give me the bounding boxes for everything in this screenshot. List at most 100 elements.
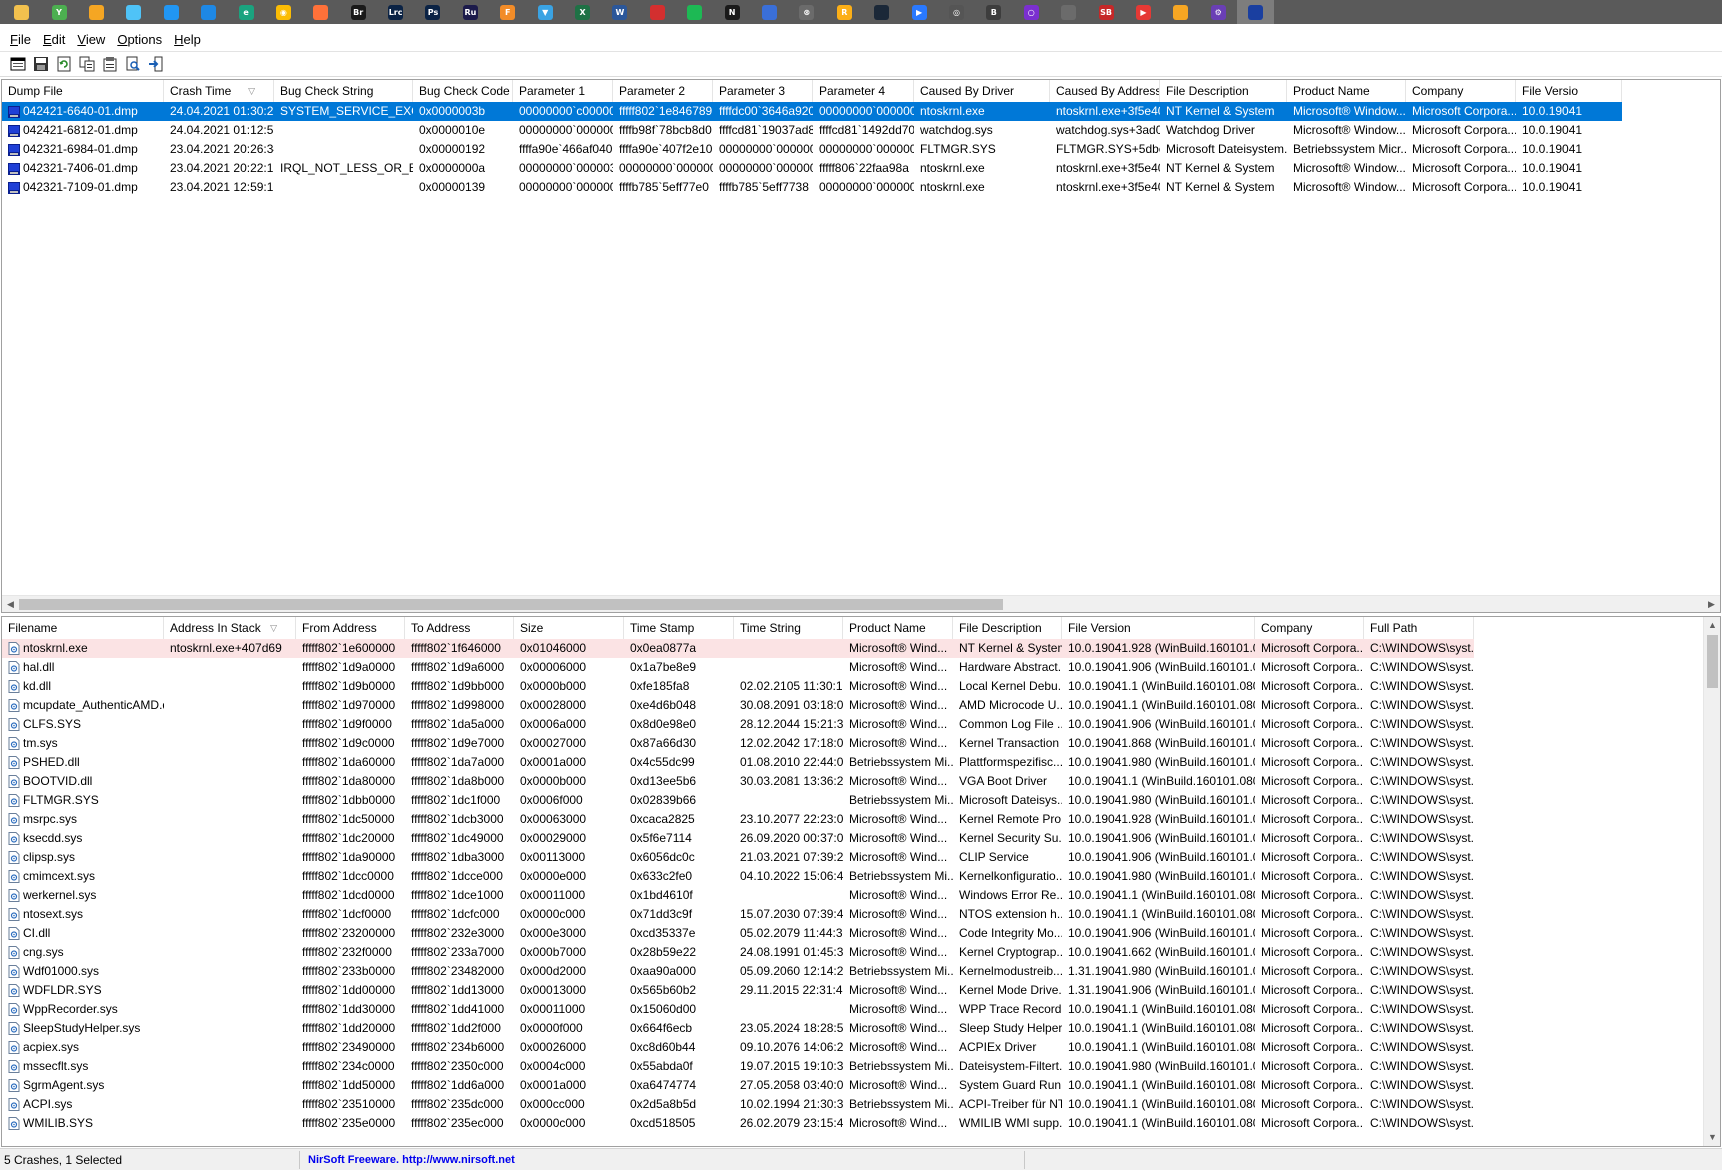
table-row[interactable]: Wdf01000.sys fffff802`233b0000 fffff802`23… xyxy=(2,962,1474,981)
report-button[interactable] xyxy=(101,55,119,73)
taskbar-app[interactable] xyxy=(302,0,339,24)
table-row[interactable]: WDFLDR.SYS fffff802`1dd00000 fffff802`1dd1… xyxy=(2,981,1474,1000)
table-row[interactable]: ACPI.sys fffff802`23510000 fffff802`235dc0… xyxy=(2,1095,1474,1114)
table-row[interactable]: CI.dll fffff802`23200000 fffff802`232e3000… xyxy=(2,924,1474,943)
taskbar-app[interactable]: e xyxy=(227,0,264,24)
menu-view[interactable]: View xyxy=(71,32,111,47)
column-header[interactable]: Bug Check String xyxy=(274,80,413,102)
scroll-thumb[interactable] xyxy=(1707,635,1718,688)
table-row[interactable]: SleepStudyHelper.sys fffff802`1dd20000 fff… xyxy=(2,1019,1474,1038)
taskbar-app[interactable] xyxy=(3,0,40,24)
column-header[interactable]: Crash Time ▽ xyxy=(164,80,274,102)
column-header[interactable]: Caused By Driver xyxy=(914,80,1050,102)
menu-edit[interactable]: Edit xyxy=(37,32,71,47)
taskbar-app[interactable]: N xyxy=(713,0,750,24)
taskbar-app[interactable] xyxy=(863,0,900,24)
copy-button[interactable] xyxy=(78,55,96,73)
taskbar-app[interactable]: Br xyxy=(340,0,377,24)
column-header[interactable]: Time String xyxy=(734,617,843,639)
table-row[interactable]: tm.sys fffff802`1d9c0000 fffff802`1d9e7000… xyxy=(2,734,1474,753)
nirsoft-link[interactable]: NirSoft Freeware. http://www.nirsoft.net xyxy=(300,1150,1025,1169)
table-row[interactable]: ntosext.sys fffff802`1dcf0000 fffff802`1dc… xyxy=(2,905,1474,924)
column-header[interactable]: File Description xyxy=(953,617,1062,639)
taskbar-app[interactable]: ◉ xyxy=(265,0,302,24)
taskbar-app[interactable]: X xyxy=(564,0,601,24)
exit-button[interactable] xyxy=(147,55,165,73)
taskbar-app[interactable]: ○ xyxy=(1013,0,1050,24)
column-header[interactable]: Address In Stack ▽ xyxy=(164,617,296,639)
taskbar-app[interactable] xyxy=(676,0,713,24)
taskbar-app[interactable]: W xyxy=(601,0,638,24)
taskbar-app[interactable]: Lrc xyxy=(377,0,414,24)
table-row[interactable]: msrpc.sys fffff802`1dc50000 fffff802`1dcb3… xyxy=(2,810,1474,829)
taskbar-app[interactable] xyxy=(78,0,115,24)
taskbar-app[interactable] xyxy=(115,0,152,24)
column-header[interactable]: Product Name xyxy=(1287,80,1406,102)
taskbar-app[interactable] xyxy=(751,0,788,24)
taskbar-app[interactable]: ⚙ xyxy=(1200,0,1237,24)
table-row[interactable]: ntoskrnl.exe ntoskrnl.exe+407d69 fffff802`… xyxy=(2,639,1474,658)
table-row[interactable]: WMILIB.SYS fffff802`235e0000 fffff802`235e… xyxy=(2,1114,1474,1133)
scroll-right-icon[interactable]: ▶ xyxy=(1703,596,1720,612)
table-row[interactable]: kd.dll fffff802`1d9b0000 fffff802`1d9bb000… xyxy=(2,677,1474,696)
table-row[interactable]: 042321-7406-01.dmp 23.04.2021 20:22:17 IRQ… xyxy=(2,159,1622,178)
column-header[interactable]: Caused By Address xyxy=(1050,80,1160,102)
column-header[interactable]: Parameter 4 xyxy=(813,80,914,102)
crash-dump-list[interactable]: Dump File Crash Time ▽ Bug Check String Bug … xyxy=(1,79,1721,613)
menu-options[interactable]: Options xyxy=(111,32,168,47)
taskbar-app[interactable]: SB xyxy=(1087,0,1124,24)
table-row[interactable]: hal.dll fffff802`1d9a0000 fffff802`1d9a600… xyxy=(2,658,1474,677)
table-row[interactable]: FLTMGR.SYS fffff802`1dbb0000 fffff802`1dc1… xyxy=(2,791,1474,810)
table-row[interactable]: SgrmAgent.sys fffff802`1dd50000 fffff802`1… xyxy=(2,1076,1474,1095)
table-row[interactable]: cng.sys fffff802`232f0000 fffff802`233a700… xyxy=(2,943,1474,962)
taskbar-app[interactable]: Ps xyxy=(414,0,451,24)
taskbar-app[interactable]: B xyxy=(975,0,1012,24)
taskbar-app[interactable]: Ru xyxy=(452,0,489,24)
table-row[interactable]: BOOTVID.dll fffff802`1da80000 fffff802`1da… xyxy=(2,772,1474,791)
column-header[interactable]: Product Name xyxy=(843,617,953,639)
taskbar-app[interactable] xyxy=(639,0,676,24)
column-header[interactable]: Parameter 1 xyxy=(513,80,613,102)
column-header[interactable]: Bug Check Code xyxy=(413,80,513,102)
find-button[interactable] xyxy=(124,55,142,73)
column-header[interactable]: Company xyxy=(1255,617,1364,639)
taskbar-app[interactable]: ▼ xyxy=(526,0,563,24)
table-row[interactable]: 042321-6984-01.dmp 23.04.2021 20:26:34 0x0… xyxy=(2,140,1622,159)
table-row[interactable]: WppRecorder.sys fffff802`1dd30000 fffff802… xyxy=(2,1000,1474,1019)
horizontal-scrollbar[interactable]: ◀ ▶ xyxy=(2,595,1720,612)
taskbar-app[interactable]: ◎ xyxy=(938,0,975,24)
taskbar-app[interactable]: ▶ xyxy=(900,0,937,24)
taskbar-app[interactable]: ⊗ xyxy=(788,0,825,24)
menu-file[interactable]: File xyxy=(4,32,37,47)
table-row[interactable]: cmimcext.sys fffff802`1dcc0000 fffff802`1d… xyxy=(2,867,1474,886)
taskbar-app[interactable] xyxy=(190,0,227,24)
scroll-down-icon[interactable]: ▼ xyxy=(1704,1129,1720,1146)
column-header[interactable]: Filename xyxy=(2,617,164,639)
refresh-button[interactable] xyxy=(55,55,73,73)
scroll-thumb[interactable] xyxy=(19,599,1003,610)
column-header[interactable]: To Address xyxy=(405,617,514,639)
scroll-left-icon[interactable]: ◀ xyxy=(2,596,19,612)
taskbar-app[interactable]: R xyxy=(826,0,863,24)
taskbar-app[interactable] xyxy=(153,0,190,24)
column-header[interactable]: File Version xyxy=(1062,617,1255,639)
properties-button[interactable] xyxy=(9,55,27,73)
table-row[interactable]: mssecflt.sys fffff802`234c0000 fffff802`23… xyxy=(2,1057,1474,1076)
taskbar-app[interactable]: F xyxy=(489,0,526,24)
column-header[interactable]: Dump File xyxy=(2,80,164,102)
table-row[interactable]: 042421-6812-01.dmp 24.04.2021 01:12:57 0x0… xyxy=(2,121,1622,140)
table-row[interactable]: clipsp.sys fffff802`1da90000 fffff802`1dba… xyxy=(2,848,1474,867)
column-header[interactable]: Full Path xyxy=(1364,617,1474,639)
table-row[interactable]: 042321-7109-01.dmp 23.04.2021 12:59:17 0x0… xyxy=(2,178,1622,197)
save-button[interactable] xyxy=(32,55,50,73)
taskbar-app[interactable] xyxy=(1162,0,1199,24)
taskbar-app[interactable] xyxy=(1050,0,1087,24)
taskbar-app[interactable]: Y xyxy=(40,0,77,24)
column-header[interactable]: Parameter 3 xyxy=(713,80,813,102)
column-header[interactable]: From Address xyxy=(296,617,405,639)
table-row[interactable]: ksecdd.sys fffff802`1dc20000 fffff802`1dc4… xyxy=(2,829,1474,848)
column-header[interactable]: File Description xyxy=(1160,80,1287,102)
table-row[interactable]: mcupdate_AuthenticAMD.dll fffff802`1d9700… xyxy=(2,696,1474,715)
table-row[interactable]: 042421-6640-01.dmp 24.04.2021 01:30:22 SYS… xyxy=(2,102,1622,121)
column-header[interactable]: Company xyxy=(1406,80,1516,102)
